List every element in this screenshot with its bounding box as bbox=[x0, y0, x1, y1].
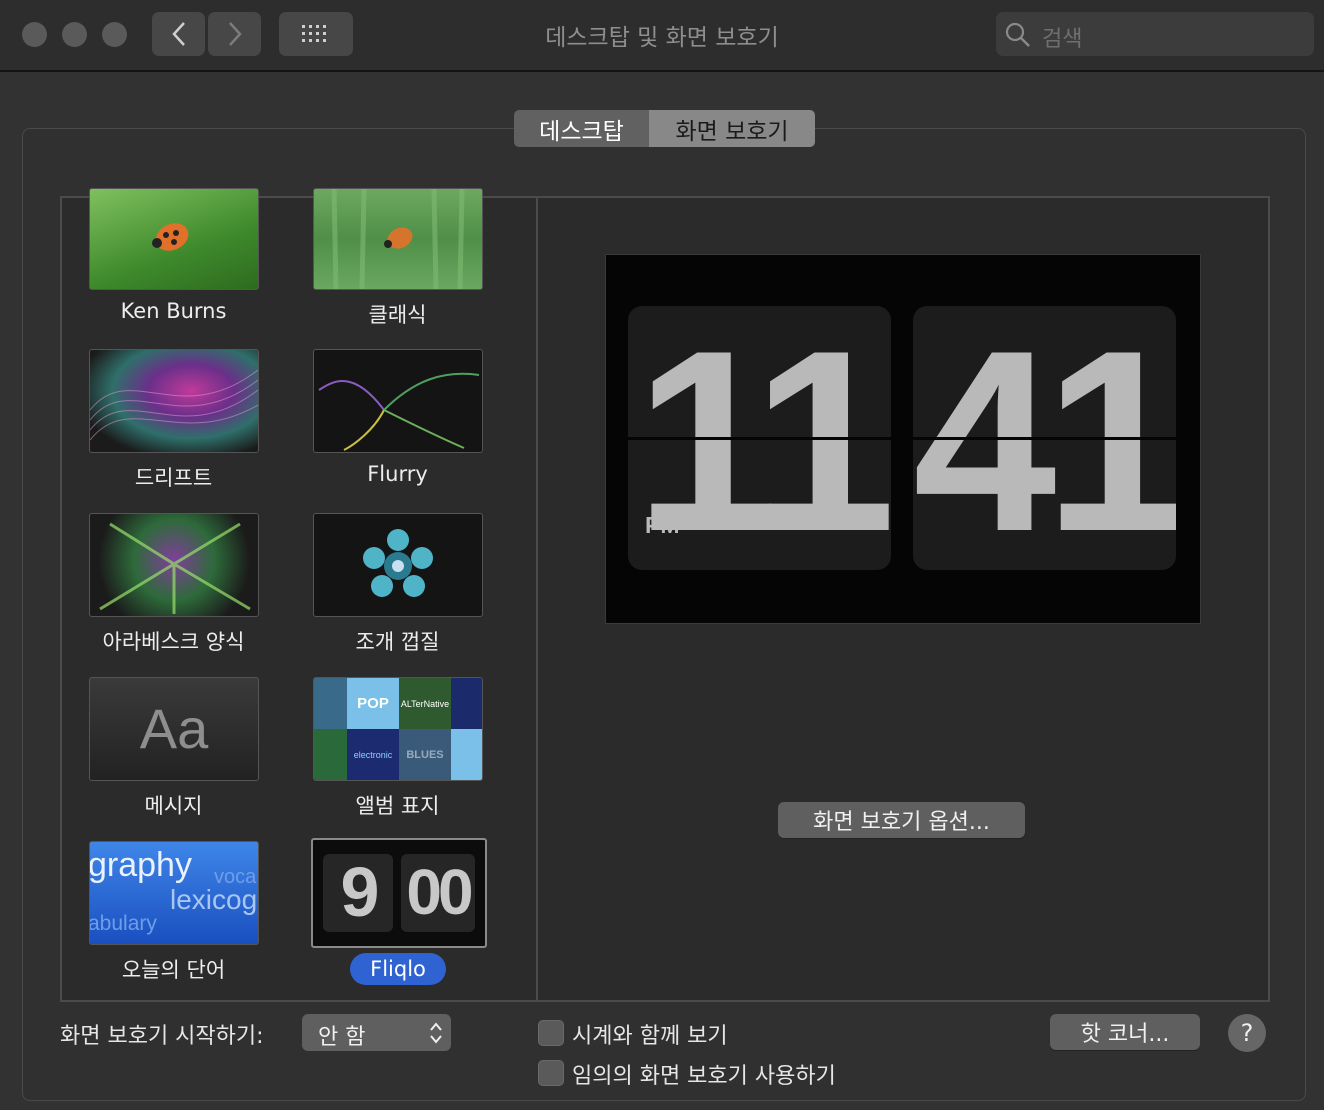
preview-minute: 41 bbox=[913, 306, 1176, 570]
ladybug-icon bbox=[152, 223, 189, 251]
shell-pattern-icon bbox=[363, 529, 433, 597]
saver-label-message: 메시지 bbox=[144, 794, 203, 818]
start-after-value: 안 함 bbox=[318, 1025, 366, 1050]
hot-corners-button[interactable]: 핫 코너... bbox=[1050, 1014, 1200, 1050]
search-icon bbox=[1005, 22, 1030, 47]
search-field[interactable]: 검색 bbox=[996, 12, 1314, 56]
message-thumbnail[interactable]: Aa bbox=[89, 677, 259, 781]
tab-desktop[interactable]: 데스크탑 bbox=[514, 110, 649, 147]
preview-ampm: PM bbox=[645, 512, 680, 538]
saver-label-word-of-the-day: 오늘의 단어 bbox=[121, 958, 226, 982]
screen-saver-options-button[interactable]: 화면 보호기 옵션... bbox=[778, 802, 1025, 838]
title-bar: 데스크탑 및 화면 보호기 검색 bbox=[0, 0, 1324, 72]
search-placeholder: 검색 bbox=[1042, 27, 1083, 52]
drift-pattern-icon bbox=[90, 369, 258, 441]
random-saver-label: 임의의 화면 보호기 사용하기 bbox=[572, 1064, 836, 1089]
ken-burns-thumbnail[interactable] bbox=[89, 188, 259, 290]
flip-divider bbox=[628, 437, 891, 440]
random-saver-checkbox[interactable] bbox=[538, 1060, 564, 1086]
saver-label-classic: 클래식 bbox=[368, 303, 427, 327]
tab-screen-saver[interactable]: 화면 보호기 bbox=[649, 110, 815, 147]
fliqlo-thumb-minute: 00 bbox=[406, 856, 473, 928]
message-preview-text: Aa bbox=[139, 697, 209, 760]
start-after-label: 화면 보호기 시작하기: bbox=[60, 1024, 264, 1049]
drift-thumbnail[interactable] bbox=[89, 349, 259, 453]
start-after-select[interactable]: 안 함 bbox=[302, 1014, 451, 1051]
word-of-the-day-thumbnail[interactable]: graphy voca lexicog abulary bbox=[89, 841, 259, 945]
fliqlo-thumbnail[interactable]: 9 00 bbox=[311, 838, 487, 948]
album-electronic: electronic bbox=[347, 729, 399, 780]
updown-chevron-icon bbox=[430, 1022, 442, 1044]
saver-label-drift: 드리프트 bbox=[134, 466, 213, 490]
arabesque-pattern-icon bbox=[99, 522, 251, 614]
album-artwork-thumbnail[interactable]: POP ALTerNative electronic BLUES bbox=[313, 677, 483, 781]
saver-label-fliqlo: Fliqlo bbox=[350, 953, 446, 985]
flurry-pattern-icon bbox=[318, 372, 480, 451]
saver-label-ken-burns: Ken Burns bbox=[120, 299, 227, 323]
word-graphy: graphy bbox=[89, 846, 192, 884]
saver-label-flurry: Flurry bbox=[367, 462, 428, 486]
saver-label-arabesque: 아라베스크 양식 bbox=[102, 630, 245, 654]
flurry-thumbnail[interactable] bbox=[313, 349, 483, 453]
minute-flip-card: 41 bbox=[913, 306, 1176, 570]
word-abulary: abulary bbox=[89, 912, 157, 935]
classic-thumbnail[interactable] bbox=[313, 188, 483, 290]
saver-label-shell: 조개 껍질 bbox=[355, 630, 440, 654]
album-alternative: ALTerNative bbox=[399, 678, 451, 729]
show-with-clock-checkbox[interactable] bbox=[538, 1020, 564, 1046]
fliqlo-thumb-hour: 9 bbox=[340, 853, 380, 931]
arabesque-thumbnail[interactable] bbox=[89, 513, 259, 617]
album-pop: POP bbox=[347, 678, 399, 729]
ladybug-forest-icon bbox=[331, 189, 465, 289]
help-button[interactable]: ? bbox=[1228, 1014, 1266, 1052]
flip-divider bbox=[913, 437, 1176, 440]
album-blues: BLUES bbox=[399, 729, 451, 780]
show-with-clock-label: 시계와 함께 보기 bbox=[572, 1024, 728, 1049]
shell-thumbnail[interactable] bbox=[313, 513, 483, 617]
word-lexicog: lexicog bbox=[170, 884, 258, 915]
saver-label-album-artwork: 앨범 표지 bbox=[355, 794, 440, 818]
